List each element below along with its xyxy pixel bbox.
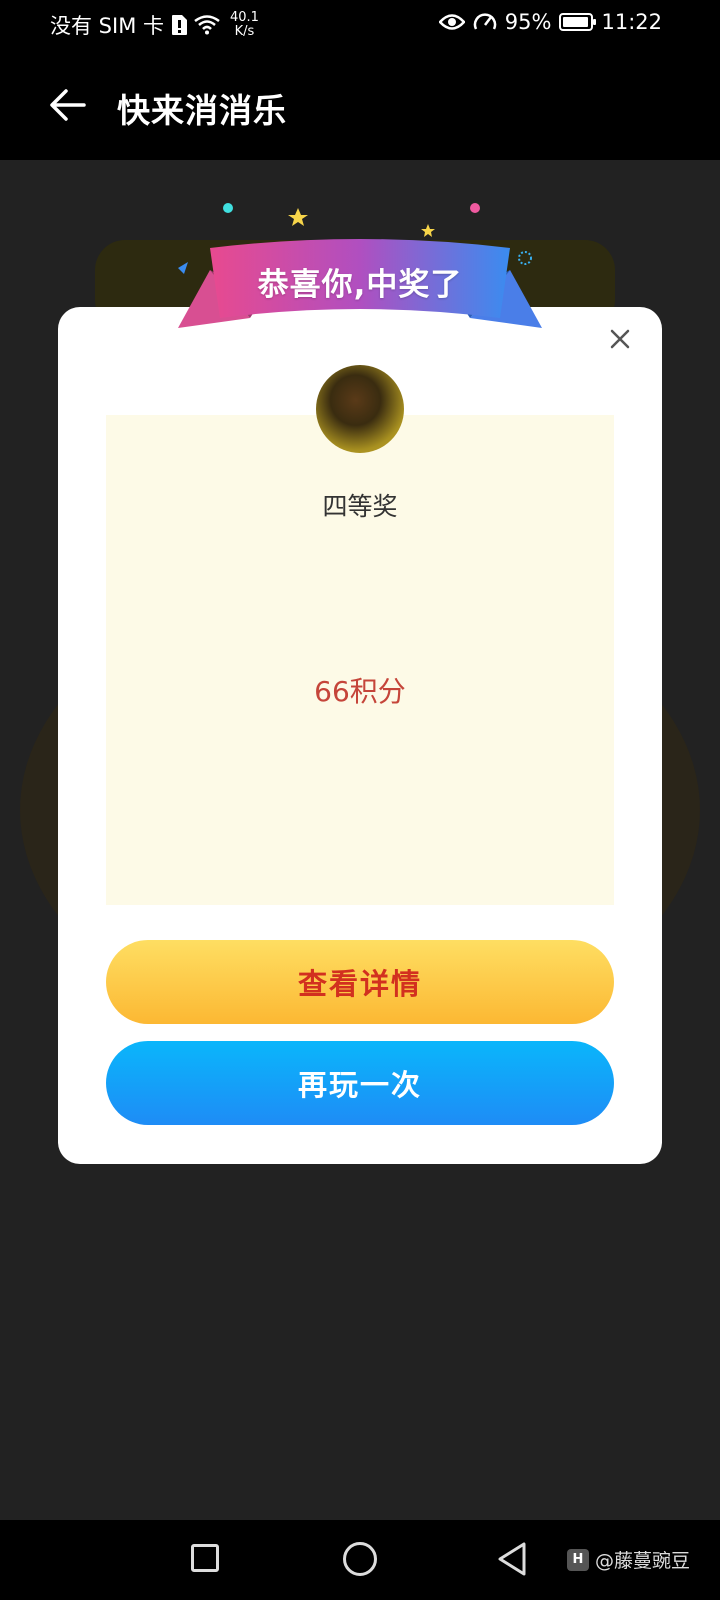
status-left: 没有 SIM 卡 40.1 K/s xyxy=(50,10,259,40)
speedometer-icon xyxy=(473,13,497,30)
prize-value: 66积分 xyxy=(314,675,406,708)
play-again-button[interactable]: 再玩一次 xyxy=(106,1041,614,1125)
nav-back-icon[interactable] xyxy=(494,1540,530,1578)
eye-icon xyxy=(438,14,465,30)
nav-home-icon[interactable] xyxy=(343,1542,377,1576)
watermark: H @藤蔓豌豆 xyxy=(566,1546,690,1573)
battery-icon xyxy=(559,13,597,31)
app-bar: 快来消消乐 xyxy=(0,50,720,160)
sim-alert-icon xyxy=(172,15,187,35)
prize-dialog: 四等奖 66积分 查看详情 再玩一次 xyxy=(58,307,662,1164)
status-bar: 没有 SIM 卡 40.1 K/s 95% 11:22 xyxy=(0,0,720,50)
system-nav-bar: H @藤蔓豌豆 xyxy=(0,1520,720,1600)
status-right: 95% 11:22 xyxy=(438,10,662,34)
watermark-text: @藤蔓豌豆 xyxy=(594,1550,690,1572)
clock: 11:22 xyxy=(601,10,662,34)
nav-recents-icon[interactable] xyxy=(191,1544,219,1572)
close-icon[interactable] xyxy=(602,321,638,357)
view-details-button[interactable]: 查看详情 xyxy=(106,940,614,1024)
prize-image xyxy=(316,365,404,453)
wifi-icon xyxy=(194,15,220,35)
congrats-banner-text: 恭喜你,中奖了 xyxy=(257,267,463,303)
network-speed: 40.1 K/s xyxy=(230,11,259,39)
speed-unit: K/s xyxy=(234,24,255,39)
speed-value: 40.1 xyxy=(230,10,259,25)
carrier-label: 没有 SIM 卡 xyxy=(50,14,164,38)
watermark-logo: H xyxy=(566,1548,589,1571)
back-arrow-icon[interactable] xyxy=(46,83,90,127)
battery-percent: 95% xyxy=(504,10,552,34)
battery-level xyxy=(563,17,589,27)
page-title: 快来消消乐 xyxy=(117,91,287,130)
prize-name: 四等奖 xyxy=(322,492,398,521)
